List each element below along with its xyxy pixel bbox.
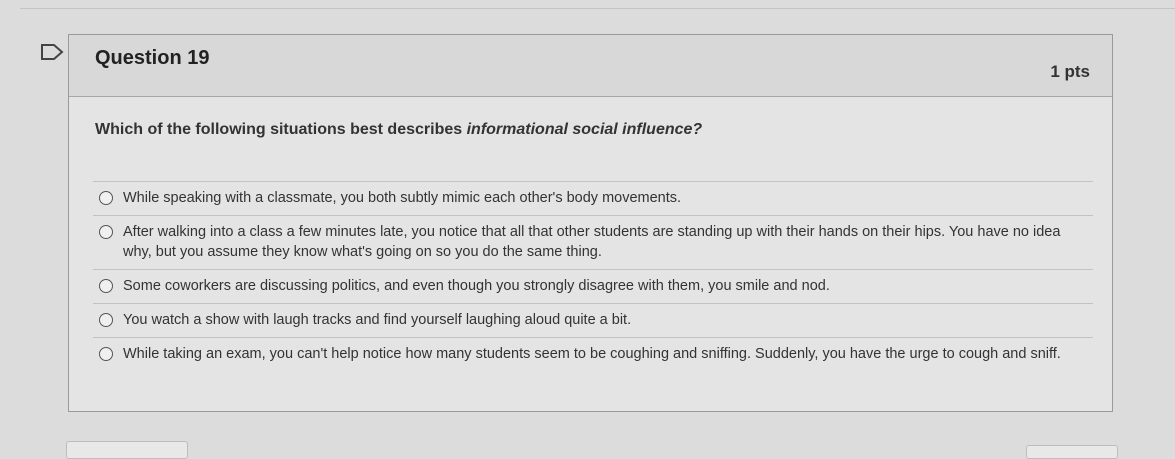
- radio-button[interactable]: [99, 313, 113, 327]
- top-divider: [20, 8, 1175, 9]
- flag-question-icon[interactable]: [40, 44, 64, 60]
- radio-button[interactable]: [99, 347, 113, 361]
- answer-label: After walking into a class a few minutes…: [123, 224, 1061, 260]
- answer-label: While taking an exam, you can't help not…: [123, 346, 1061, 362]
- answer-option[interactable]: You watch a show with laugh tracks and f…: [93, 303, 1093, 337]
- answer-label: You watch a show with laugh tracks and f…: [123, 312, 632, 328]
- question-text-prefix: Which of the following situations best d…: [95, 121, 467, 138]
- answer-label: While speaking with a classmate, you bot…: [123, 190, 682, 206]
- question-header: Question 19 1 pts: [69, 35, 1112, 97]
- answer-option[interactable]: While speaking with a classmate, you bot…: [93, 181, 1093, 215]
- answer-option[interactable]: Some coworkers are discussing politics, …: [93, 269, 1093, 303]
- answer-label: Some coworkers are discussing politics, …: [123, 278, 830, 294]
- previous-button[interactable]: [66, 441, 188, 459]
- radio-button[interactable]: [99, 225, 113, 239]
- radio-button[interactable]: [99, 279, 113, 293]
- answer-list: While speaking with a classmate, you bot…: [93, 181, 1093, 371]
- question-card: Question 19 1 pts Which of the following…: [68, 34, 1113, 412]
- answer-option[interactable]: After walking into a class a few minutes…: [93, 215, 1093, 269]
- question-points: 1 pts: [1050, 62, 1090, 81]
- question-text: Which of the following situations best d…: [95, 121, 702, 139]
- answer-option[interactable]: While taking an exam, you can't help not…: [93, 337, 1093, 371]
- question-text-emphasis: informational social influence?: [466, 121, 703, 138]
- next-button[interactable]: [1026, 445, 1118, 459]
- question-title: Question 19: [95, 47, 210, 69]
- radio-button[interactable]: [99, 191, 113, 205]
